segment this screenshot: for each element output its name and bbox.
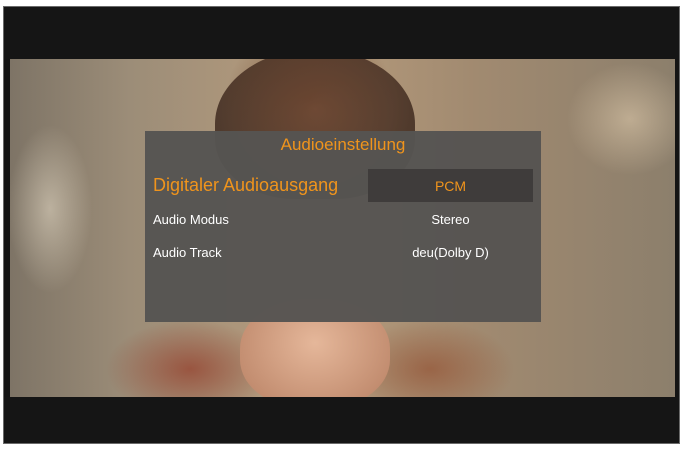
menu-row-audio-track[interactable]: Audio Track deu(Dolby D) bbox=[145, 242, 541, 275]
audio-settings-panel: Audioeinstellung Digitaler Audioausgang … bbox=[145, 131, 541, 322]
audio-mode-value[interactable]: Stereo bbox=[368, 212, 533, 227]
audio-track-label: Audio Track bbox=[153, 245, 222, 260]
audio-track-value[interactable]: deu(Dolby D) bbox=[368, 245, 533, 260]
letterbox-top bbox=[4, 7, 679, 59]
audio-mode-label: Audio Modus bbox=[153, 212, 229, 227]
menu-row-audio-mode[interactable]: Audio Modus Stereo bbox=[145, 209, 541, 242]
panel-title: Audioeinstellung bbox=[280, 135, 406, 154]
menu-row-digital-audio-output[interactable]: Digitaler Audioausgang PCM bbox=[145, 169, 541, 202]
letterbox-bottom bbox=[4, 397, 679, 443]
digital-audio-output-value[interactable]: PCM bbox=[368, 178, 533, 194]
digital-audio-output-label: Digitaler Audioausgang bbox=[153, 175, 339, 195]
